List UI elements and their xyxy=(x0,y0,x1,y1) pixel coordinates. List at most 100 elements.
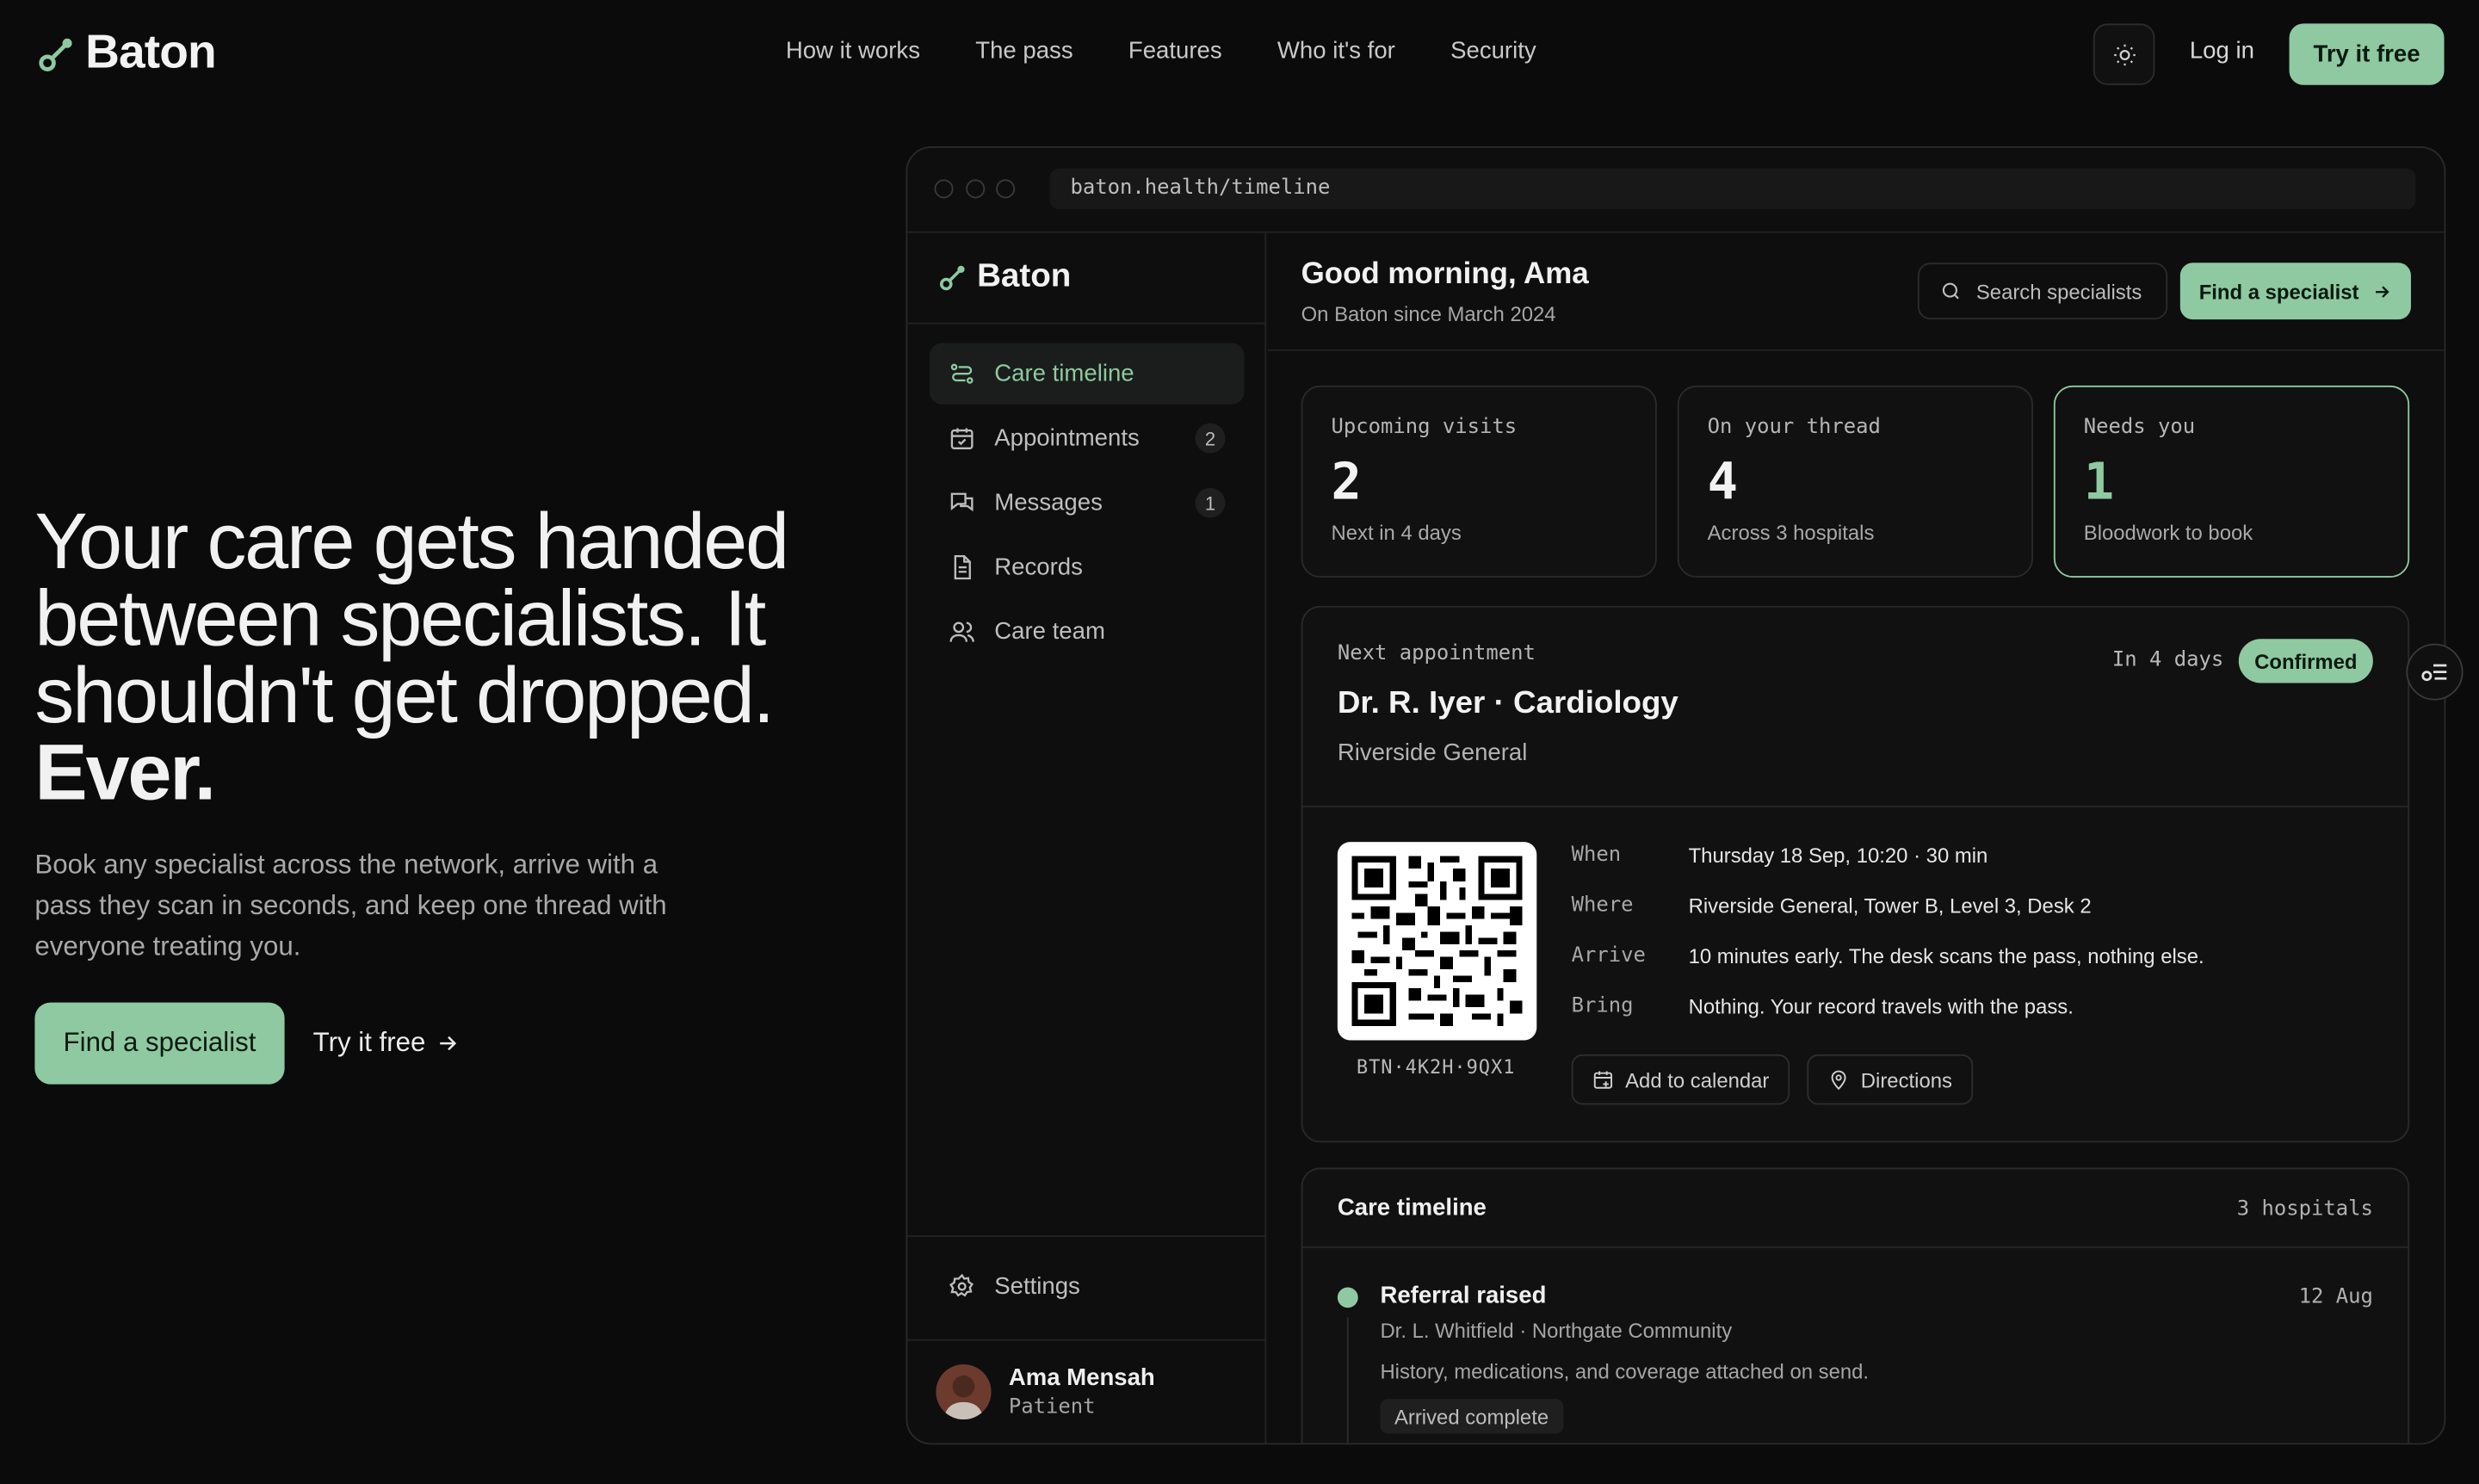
timeline-title: Care timeline xyxy=(1337,1194,1487,1221)
baton-logo-icon xyxy=(939,265,965,291)
login-link[interactable]: Log in xyxy=(2190,38,2254,65)
detail-value: Nothing. Your record travels with the pa… xyxy=(1688,994,2074,1018)
try-free-link-label: Try it free xyxy=(312,1027,426,1058)
appointment-title: Dr. R. Iyer · Cardiology xyxy=(1337,686,1678,721)
add-to-calendar-button[interactable]: Add to calendar xyxy=(1571,1054,1790,1105)
stat-note: Across 3 hospitals xyxy=(1707,521,1875,545)
stat-label: Needs you xyxy=(2083,415,2196,440)
baton-logo-icon xyxy=(39,38,72,71)
user-name: Ama Mensah xyxy=(1008,1364,1155,1392)
detail-key: Arrive xyxy=(1571,943,1646,968)
sidebar-item-care-timeline[interactable]: Care timeline xyxy=(929,343,1245,405)
page: Baton How it works The pass Features Who… xyxy=(0,0,2479,1484)
qr-code xyxy=(1337,842,1537,1041)
timeline-entry-title[interactable]: Referral raised xyxy=(1380,1283,1546,1309)
detail-value: Riverside General, Tower B, Level 3, Des… xyxy=(1688,893,2092,918)
count-badge: 1 xyxy=(1195,487,1226,518)
greeting-title: Good morning, Ama xyxy=(1301,257,1589,292)
sidebar-item-settings[interactable]: Settings xyxy=(930,1256,1245,1317)
sidebar-item-care-team[interactable]: Care team xyxy=(930,601,1245,662)
status-badge: Confirmed xyxy=(2238,639,2373,683)
member-since: On Baton since March 2024 xyxy=(1301,302,1556,326)
timeline-entry-tag: Arrived complete xyxy=(1380,1399,1563,1434)
divider xyxy=(1302,1246,2408,1248)
arrow-right-icon xyxy=(440,1036,457,1051)
user-role: Patient xyxy=(1008,1395,1096,1420)
detail-row-where: Where Riverside General, Tower B, Level … xyxy=(1572,893,2092,917)
sun-icon xyxy=(2113,43,2135,65)
hero-title-text: Your care gets handed between specialist… xyxy=(34,497,789,740)
sidebar-item-label: Records xyxy=(994,553,1083,581)
nav-link-who-its-for[interactable]: Who it's for xyxy=(1277,38,1395,65)
divider xyxy=(907,322,1265,325)
hero-title-emphasis: Ever. xyxy=(34,728,216,817)
stat-card-on-your-thread[interactable]: On your thread 4 Across 3 hospitals xyxy=(1677,385,2033,578)
detail-key: When xyxy=(1571,843,1622,868)
timeline-entry-note: History, medications, and coverage attac… xyxy=(1380,1359,1870,1383)
count-badge: 2 xyxy=(1195,423,1226,454)
sidebar-brand[interactable]: Baton xyxy=(939,258,1071,296)
stat-card-needs-you[interactable]: Needs you 1 Bloodwork to book xyxy=(2053,385,2410,578)
sidebar-item-label: Messages xyxy=(994,489,1103,516)
document-icon xyxy=(954,554,971,580)
detail-value: Thursday 18 Sep, 10:20 · 30 min xyxy=(1688,843,1988,868)
divider xyxy=(907,1339,1265,1341)
appointment-countdown: In 4 days xyxy=(2111,648,2224,672)
people-icon xyxy=(949,621,974,642)
window-dot xyxy=(934,179,954,199)
arrow-right-icon xyxy=(2376,285,2389,297)
top-nav: Baton How it works The pass Features Who… xyxy=(0,0,2479,110)
nav-link-the-pass[interactable]: The pass xyxy=(975,38,1073,65)
pass-code: BTN·4K2H·9QX1 xyxy=(1356,1055,1516,1079)
user-profile[interactable]: Ama Mensah Patient xyxy=(936,1364,1155,1420)
address-bar[interactable]: baton.health/timeline xyxy=(1049,168,2416,210)
add-to-calendar-label: Add to calendar xyxy=(1625,1067,1770,1091)
nav-link-features[interactable]: Features xyxy=(1128,38,1222,65)
main-panel: Good morning, Ama On Baton since March 2… xyxy=(1268,233,2445,1444)
brand-logo[interactable]: Baton xyxy=(38,27,217,80)
next-appointment-card: Next appointment Dr. R. Iyer · Cardiolog… xyxy=(1301,605,2410,1143)
sidebar-item-records[interactable]: Records xyxy=(930,536,1245,597)
find-specialist-button[interactable]: Find a specialist xyxy=(2179,263,2411,320)
appointment-label: Next appointment xyxy=(1337,641,1536,666)
divider xyxy=(1268,349,2445,351)
divider xyxy=(907,1235,1265,1237)
search-placeholder: Search specialists xyxy=(1975,279,2142,303)
messages-icon xyxy=(950,492,974,512)
hero-title: Your care gets handed between specialist… xyxy=(34,502,856,817)
timeline-line xyxy=(1346,1317,1349,1444)
timeline-icon xyxy=(950,363,974,384)
try-free-button[interactable]: Try it free xyxy=(2289,23,2445,85)
stat-label: Upcoming visits xyxy=(1331,415,1518,440)
stat-card-upcoming-visits[interactable]: Upcoming visits 2 Next in 4 days xyxy=(1301,385,1657,578)
nav-link-security[interactable]: Security xyxy=(1450,38,1536,65)
try-free-link[interactable]: Try it free xyxy=(313,1028,461,1060)
sidebar-item-appointments[interactable]: Appointments 2 xyxy=(930,408,1245,469)
divider xyxy=(1302,806,2408,807)
timeline-count: 3 hospitals xyxy=(2236,1197,2373,1221)
gear-icon xyxy=(949,1273,974,1297)
stat-note: Bloodwork to book xyxy=(2083,521,2253,545)
care-timeline-card: Care timeline 3 hospitals Referral raise… xyxy=(1301,1167,2410,1444)
stat-value: 2 xyxy=(1331,451,1362,512)
stat-value: 1 xyxy=(2083,451,2115,512)
sidebar-item-label: Care team xyxy=(994,618,1105,646)
directions-button[interactable]: Directions xyxy=(1807,1054,1973,1105)
toggle-list-icon xyxy=(2421,664,2447,682)
nav-links: How it works The pass Features Who it's … xyxy=(786,38,1536,65)
floating-menu-button[interactable] xyxy=(2406,643,2464,701)
theme-toggle-button[interactable] xyxy=(2093,23,2155,85)
timeline-dot xyxy=(1337,1287,1358,1308)
hero-subtitle: Book any specialist across the network, … xyxy=(34,850,667,962)
detail-key: Bring xyxy=(1571,994,1634,1018)
sidebar-item-label: Care timeline xyxy=(994,360,1134,387)
timeline-entry-provider: Dr. L. Whitfield · Northgate Community xyxy=(1380,1319,1733,1343)
stat-value: 4 xyxy=(1707,451,1739,512)
find-specialist-button[interactable]: Find a specialist xyxy=(34,1002,285,1085)
sidebar-item-messages[interactable]: Messages 1 xyxy=(930,472,1245,533)
appointment-place: Riverside General xyxy=(1337,739,1528,767)
detail-row-arrive: Arrive 10 minutes early. The desk scans … xyxy=(1572,944,2204,968)
nav-link-how-it-works[interactable]: How it works xyxy=(786,38,920,65)
calendar-add-icon xyxy=(1593,1071,1613,1089)
search-input[interactable]: Search specialists xyxy=(1917,263,2168,320)
